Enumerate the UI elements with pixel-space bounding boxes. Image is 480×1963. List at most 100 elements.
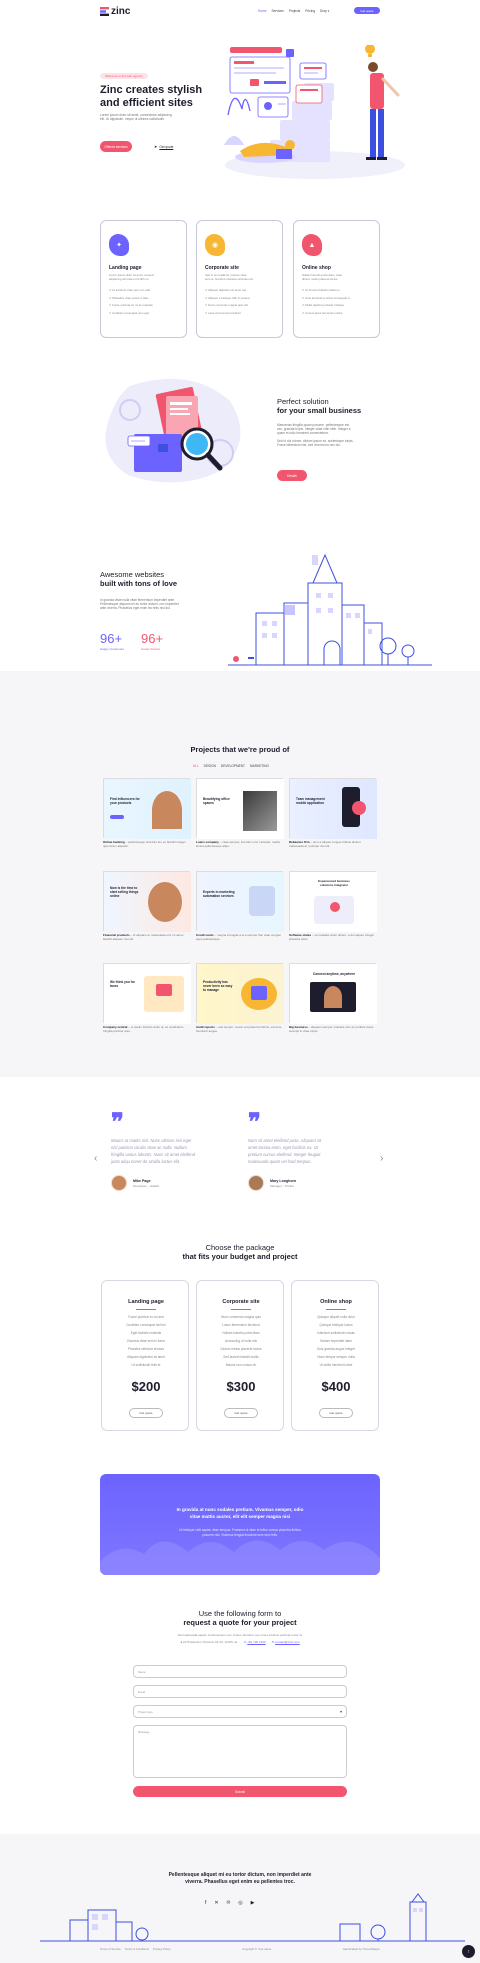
name-field[interactable]: Name — [133, 1665, 347, 1678]
service-body-line: adipiscing elit nulla ut id nibh mi. — [109, 276, 150, 281]
service-card-list: ✔ Ut tincidunt vitae sem non velit ✔ Pha… — [109, 287, 153, 317]
package-get-quote-button[interactable]: Get quote — [224, 1408, 258, 1418]
nav-pricing[interactable]: Pricing — [305, 9, 315, 13]
thumb-heading: Productivity has never been so easy to m… — [203, 980, 233, 992]
back-to-top-button[interactable]: ↑ — [462, 1945, 475, 1958]
thumb-accent — [156, 984, 172, 996]
header: zinc Home Services Projects Pricing Drop… — [0, 0, 480, 22]
main-nav: Home Services Projects Pricing Drop ▾ — [258, 9, 329, 13]
chevron-down-icon: ▾ — [339, 1709, 342, 1714]
testimonial-1: ❞ Mauris ut mattis nisl. Nunc ultrices n… — [111, 1107, 246, 1191]
banner-clouds — [100, 1540, 380, 1575]
submit-button[interactable]: Submit — [133, 1786, 347, 1797]
email-field[interactable]: Email — [133, 1685, 347, 1698]
cart-icon: ▲ — [302, 234, 322, 256]
arrow-up-icon: ↑ — [467, 1948, 470, 1955]
stat-label: Issues Solved — [141, 647, 160, 651]
project-type-value: Project type — [138, 1709, 153, 1714]
service-card-title: Online shop — [302, 265, 331, 271]
nav-projects[interactable]: Projects — [289, 9, 301, 13]
package-feature: Ut dollie hendrerit ultrie — [319, 1363, 353, 1367]
package-feature: Nullam imperdiet diam — [320, 1339, 352, 1343]
project-thumb: Team management mobile application — [290, 779, 377, 839]
service-card-corporate: ◉ Corporate site Sed ut orci eleifend, p… — [196, 220, 283, 338]
project-card[interactable]: Beautifying office spaces — [196, 778, 284, 839]
hero-title-line1: Zinc creates stylish — [100, 84, 203, 96]
banner-title: In gravida at nunc sodales pretium. Viva… — [100, 1507, 380, 1520]
search-illustration — [105, 378, 241, 483]
service-card-title: Landing page — [109, 265, 142, 271]
quote-line: nisl pulvinar iaculis vitae ac nulla. Nu… — [111, 1145, 187, 1150]
thumb-accent — [251, 986, 267, 1000]
footer-tagline-line1: Pellentesque aliquet mi eu tortor dictum… — [168, 1872, 312, 1878]
awesome-text-line: ante viverra. Phasellus eget enim leo fe… — [100, 606, 171, 611]
project-card[interactable]: Team management mobile application — [289, 778, 377, 839]
thumb-heading: Experts in marketing automation services — [203, 890, 235, 898]
service-card-list: ✔ Aliquam dignissim sit amet nisi ✔ Aliq… — [205, 287, 250, 317]
package-feature: Dictum metus placerat luctus — [220, 1347, 262, 1351]
nav-get-quote-button[interactable]: Get quote — [354, 7, 380, 14]
project-card[interactable]: Experienced business solutions integrato… — [289, 871, 377, 932]
service-item: ✔ Aliquam a tristique nibh in pretium — [205, 295, 250, 303]
quote-icon: ❞ — [111, 1107, 124, 1136]
hero-get-quote-link[interactable]: ➤ Get quote — [154, 144, 173, 149]
solution-title: Perfect solution for your small business — [277, 397, 361, 415]
package-get-quote-button[interactable]: Get quote — [319, 1408, 353, 1418]
quote-line: justo aliqu nonet de Unulla luctus elit. — [111, 1159, 181, 1164]
project-card[interactable]: We think you for taxes — [103, 963, 191, 1024]
prev-arrow-icon[interactable]: ‹ — [94, 1153, 97, 1164]
package-feature: Nullam lobortis porta diam — [222, 1331, 260, 1335]
service-item: ✔ Cursus lacus fermentum dolor — [302, 310, 350, 318]
stat-issues: 96+ Issues Solved — [141, 632, 163, 651]
terms-of-service-link[interactable]: Terms of Service — [100, 1947, 121, 1951]
project-thumb: Beautifying office spaces — [197, 779, 284, 839]
project-card[interactable]: Productivity has never been so easy to m… — [196, 963, 284, 1024]
package-feature: Vivamus vitae sem in tortor — [126, 1339, 166, 1343]
thumb-photo — [152, 791, 182, 829]
service-item-text: Aliquam a tristique nibh in pretium — [207, 295, 251, 300]
service-item: ✔ Phasellus vitae metus in felis — [109, 295, 153, 303]
contact-email[interactable]: ✉ contact@zinc.com — [272, 1640, 300, 1644]
package-get-quote-button[interactable]: Get quote — [129, 1408, 163, 1418]
filter-design[interactable]: DESIGN — [204, 764, 216, 768]
project-card[interactable]: Now is the time to start selling things … — [103, 871, 191, 932]
project-thumb: Connect anytime, anywhere — [290, 964, 377, 1024]
form-title: Use the following form to request a quot… — [0, 1609, 480, 1627]
package-price: $200 — [131, 1379, 161, 1394]
solution-text-2: Sed id dui rutrum, dictum ipsum ex, scel… — [277, 439, 354, 447]
package-feature: Duis gravida augue integer — [316, 1347, 356, 1351]
nav-drop[interactable]: Drop ▾ — [320, 9, 329, 13]
projects-title: Projects that we're proud of — [190, 745, 290, 754]
package-name: Corporate site — [222, 1299, 260, 1305]
project-card[interactable]: Experts in marketing automation services — [196, 871, 284, 932]
service-item-text: Fusce pulvinar eu mi ac molestie — [112, 303, 153, 307]
nav-services[interactable]: Services — [272, 9, 284, 13]
quote-line: amet lacinia enim, eget facilisis ex. Ut — [248, 1145, 318, 1150]
offered-services-button[interactable]: Offered services — [100, 141, 132, 152]
package-feature: Nunc commodo magna quis — [221, 1315, 261, 1319]
details-button[interactable]: Details — [277, 470, 307, 481]
filter-all[interactable]: ALL — [193, 764, 199, 768]
contact-phone[interactable]: ✆ +81 720 2212 — [244, 1640, 266, 1644]
package-feature: Quisque aliquet nulla dolor — [317, 1315, 355, 1319]
privacy-policy-link[interactable]: Privacy Policy — [153, 1947, 170, 1951]
project-card[interactable]: Connect anytime, anywhere — [289, 963, 377, 1024]
footer-links: Terms of Service Terms & Conditions Priv… — [100, 1947, 171, 1951]
message-textarea[interactable]: Message — [133, 1725, 347, 1778]
thumb-heading: Experienced business solutions integrato… — [318, 879, 350, 887]
service-item: ✔ Lacus fermentum tincidunt — [205, 310, 250, 318]
project-card[interactable]: Find influencers for your products — [103, 778, 191, 839]
author-role: Developer – Gladdl — [133, 1183, 159, 1188]
service-card-shop: ▲ Online shop Nullam lobortis porta diam… — [293, 220, 380, 338]
project-type-select[interactable]: Project type ▾ — [133, 1705, 347, 1718]
stat-value: 96+ — [100, 631, 123, 646]
price-card-corporate: Corporate site Nunc commodo magna quis L… — [196, 1280, 284, 1431]
nav-home[interactable]: Home — [258, 9, 267, 13]
filter-marketing[interactable]: MARKETING — [250, 764, 269, 768]
service-item: ✔ Aliquam dignissim sit amet nisi — [205, 287, 250, 295]
package-feature: Sed laoreet blandit mollis — [223, 1355, 259, 1359]
logo[interactable]: zinc — [100, 6, 130, 17]
project-thumb: Productivity has never been so easy to m… — [197, 964, 284, 1024]
filter-development[interactable]: DEVELOPMENT — [221, 764, 245, 768]
terms-conditions-link[interactable]: Terms & Conditions — [125, 1947, 149, 1951]
